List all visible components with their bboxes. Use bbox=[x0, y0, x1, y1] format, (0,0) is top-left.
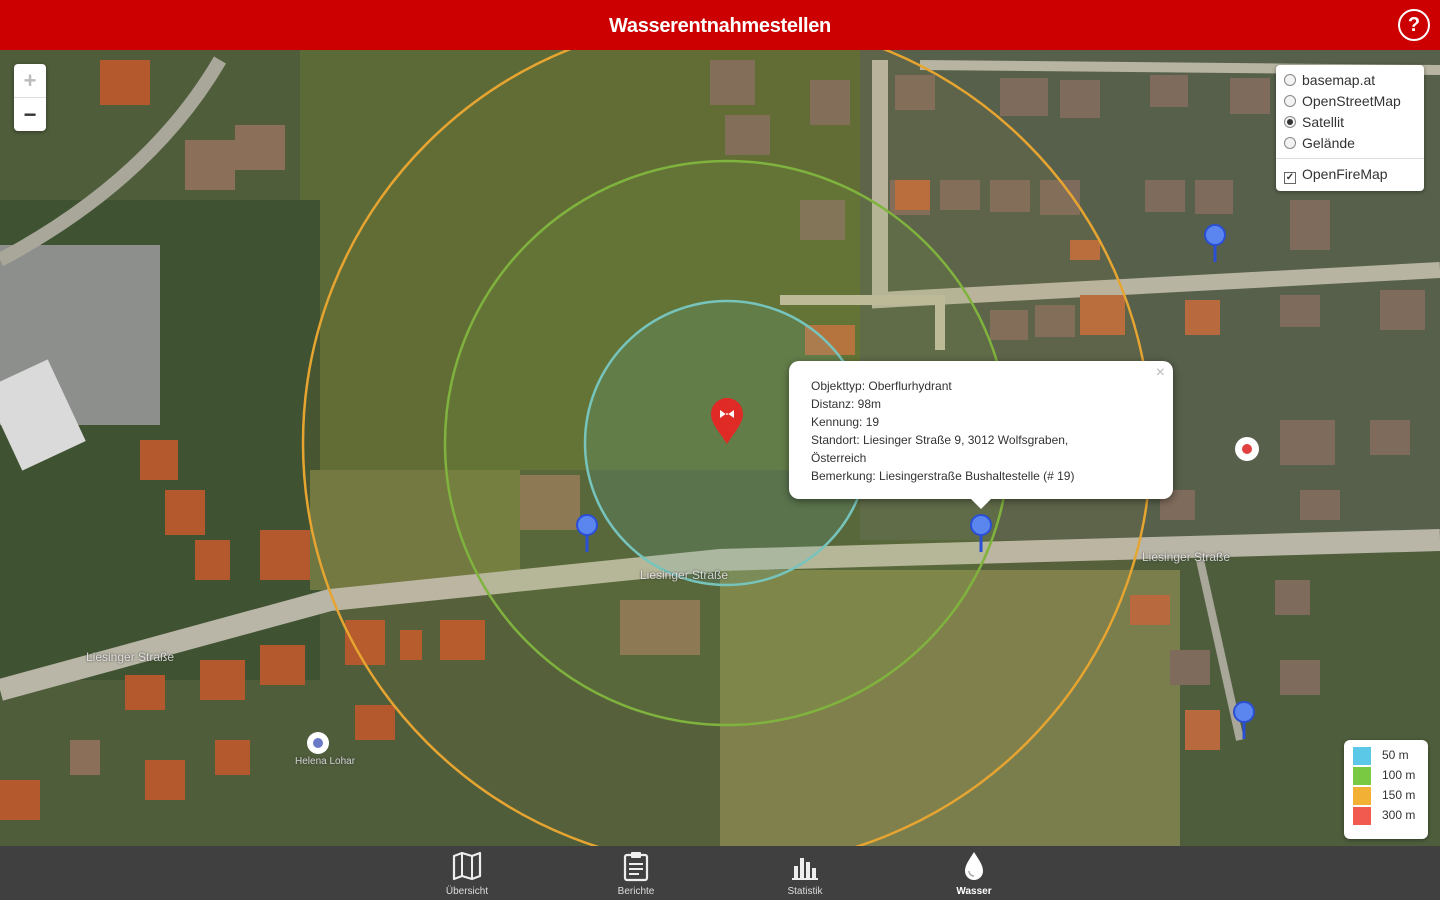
street-label: Liesinger Straße bbox=[1142, 550, 1231, 564]
layer-option-basemap[interactable]: basemap.at bbox=[1276, 70, 1424, 91]
bottom-navigation: Übersicht Berichte Statistik Wasser bbox=[0, 846, 1440, 900]
nav-item-statistik[interactable]: Statistik bbox=[765, 846, 845, 900]
radio-icon[interactable] bbox=[1284, 74, 1296, 86]
popup-line-objekttyp: Objekttyp: Oberflurhydrant bbox=[811, 379, 952, 393]
radio-icon[interactable] bbox=[1284, 137, 1296, 149]
distance-legend: 50 m 100 m 150 m 300 m bbox=[1344, 740, 1428, 839]
help-button[interactable]: ? bbox=[1398, 9, 1430, 41]
water-drop-icon bbox=[965, 852, 983, 880]
zoom-out-button[interactable]: − bbox=[14, 98, 46, 131]
nav-item-ubersicht[interactable]: Übersicht bbox=[427, 846, 507, 900]
popup-line-standort-cont: Österreich bbox=[811, 451, 867, 465]
popup-content: Objekttyp: Oberflurhydrant Distanz: 98m … bbox=[811, 377, 1157, 485]
nav-item-berichte[interactable]: Berichte bbox=[596, 846, 676, 900]
legend-swatch bbox=[1353, 767, 1371, 785]
legend-item: 300 m bbox=[1344, 806, 1428, 826]
app-header: Wasserentnahmestellen ? bbox=[0, 0, 1440, 50]
map-view[interactable]: Liesinger Straße Liesinger Straße Liesin… bbox=[0, 50, 1440, 846]
hydrant-info-popup: × Objekttyp: Oberflurhydrant Distanz: 98… bbox=[789, 361, 1173, 509]
radio-selected-icon[interactable] bbox=[1284, 116, 1296, 128]
popup-line-distanz: Distanz: 98m bbox=[811, 397, 882, 411]
legend-item: 150 m bbox=[1344, 786, 1428, 806]
bar-chart-icon bbox=[792, 858, 818, 880]
map-icon bbox=[452, 851, 482, 881]
divider bbox=[1276, 158, 1424, 159]
legend-swatch bbox=[1353, 747, 1371, 765]
legend-swatch bbox=[1353, 807, 1371, 825]
layer-option-gelande[interactable]: Gelände bbox=[1276, 133, 1424, 154]
nav-item-wasser[interactable]: Wasser bbox=[934, 846, 1014, 900]
layer-option-openstreetmap[interactable]: OpenStreetMap bbox=[1276, 91, 1424, 112]
overlay-option-openfiremap[interactable]: ✓ OpenFireMap bbox=[1276, 164, 1424, 185]
page-title: Wasserentnahmestellen bbox=[609, 15, 831, 37]
street-label: Liesinger Straße bbox=[640, 568, 729, 582]
checkbox-checked-icon[interactable]: ✓ bbox=[1284, 172, 1296, 184]
popup-line-kennung: Kennung: 19 bbox=[811, 415, 880, 429]
layer-switcher: basemap.at OpenStreetMap Satellit Geländ… bbox=[1276, 65, 1424, 191]
legend-item: 100 m bbox=[1344, 766, 1428, 786]
help-circle-icon: ? bbox=[1407, 14, 1421, 36]
zoom-control: + − bbox=[14, 64, 46, 131]
street-label: Liesinger Straße bbox=[86, 650, 175, 664]
poi-label: Helena Lohar bbox=[295, 756, 356, 767]
popup-line-bemerkung: Bemerkung: Liesingerstraße Bushaltestell… bbox=[811, 469, 1075, 483]
clipboard-icon bbox=[623, 852, 649, 882]
zoom-in-button[interactable]: + bbox=[14, 64, 46, 98]
popup-line-standort: Standort: Liesinger Straße 9, 3012 Wolfs… bbox=[811, 433, 1069, 447]
legend-item: 50 m bbox=[1344, 746, 1428, 766]
legend-swatch bbox=[1353, 787, 1371, 805]
layer-option-satellit[interactable]: Satellit bbox=[1276, 112, 1424, 133]
radio-icon[interactable] bbox=[1284, 95, 1296, 107]
satellite-map[interactable] bbox=[0, 50, 1440, 846]
close-popup-button[interactable]: × bbox=[1156, 364, 1165, 382]
popup-tip bbox=[971, 499, 991, 509]
